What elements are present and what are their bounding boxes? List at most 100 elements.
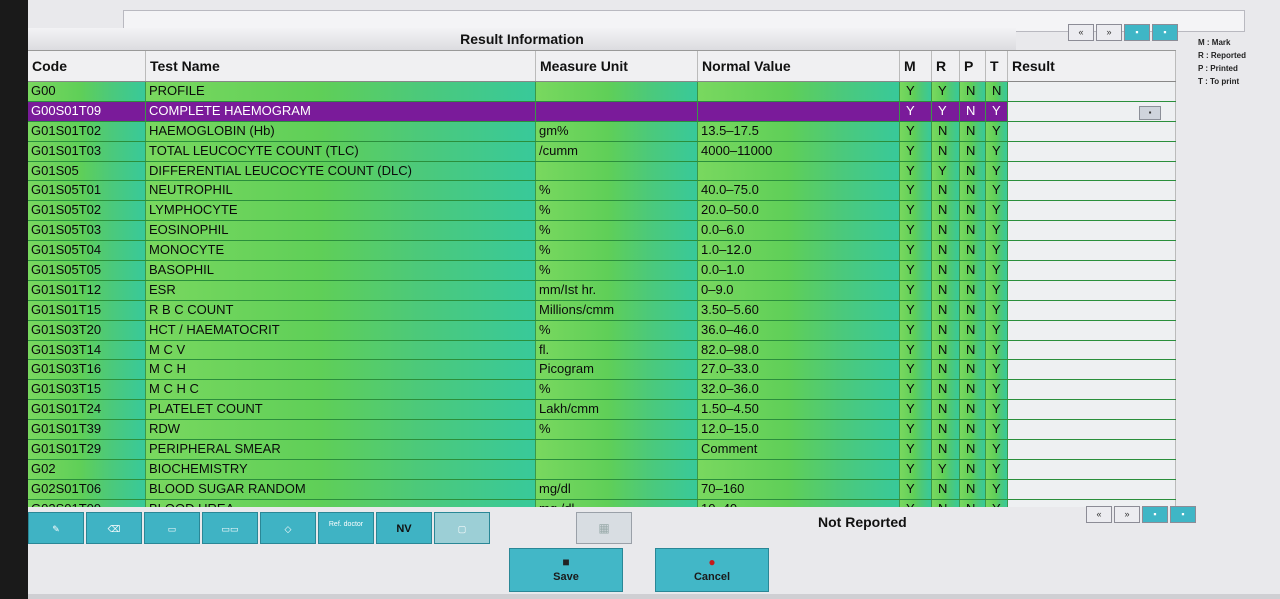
cell-normal-value[interactable] [698,459,900,479]
cell-normal-value[interactable]: 1.0–12.0 [698,241,900,261]
ref-doctor-button[interactable]: Ref. doctor [318,512,374,544]
cell-m[interactable]: Y [900,101,932,121]
cell-m[interactable]: Y [900,479,932,499]
cell-m[interactable]: Y [900,141,932,161]
cell-result[interactable] [1008,360,1176,380]
cell-r[interactable]: N [932,141,960,161]
cell-test-name[interactable]: BLOOD SUGAR RANDOM [146,479,536,499]
cell-result[interactable]: ▪ [1008,101,1176,121]
grid-view-icon[interactable]: ▦ [576,512,632,544]
cell-p[interactable]: N [960,261,986,280]
cell-m[interactable]: Y [900,241,932,261]
cell-test-name[interactable]: M C H [146,360,536,380]
cell-t[interactable]: Y [986,400,1008,420]
cell-m[interactable]: Y [900,340,932,360]
table-row[interactable]: G01S01T39 RDW% 12.0–15.0 Y N N Y [28,420,1176,441]
cell-test-name[interactable]: TOTAL LEUCOCYTE COUNT (TLC) [146,141,536,161]
cell-code[interactable]: G01S01T15 [28,300,146,320]
cell-m[interactable]: Y [900,82,932,101]
header-r[interactable]: R [932,51,960,81]
cell-p[interactable]: N [960,101,986,121]
cell-test-name[interactable]: LYMPHOCYTE [146,201,536,221]
cell-code[interactable]: G01S05T02 [28,201,146,221]
cell-t[interactable]: Y [986,121,1008,141]
cell-p[interactable]: N [960,241,986,261]
cell-code[interactable]: G00 [28,82,146,101]
cell-measure-unit[interactable]: /cumm [536,141,698,161]
cell-m[interactable]: Y [900,261,932,280]
cell-t[interactable]: Y [986,181,1008,201]
cancel-button[interactable]: ● Cancel [655,548,769,592]
cell-p[interactable]: N [960,400,986,420]
cell-r[interactable]: N [932,400,960,420]
cell-result[interactable] [1008,459,1176,479]
pager-button-3[interactable]: ▪ [1142,506,1168,523]
cell-r[interactable]: N [932,479,960,499]
cell-measure-unit[interactable] [536,161,698,181]
cell-measure-unit[interactable]: % [536,261,698,280]
header-test-name[interactable]: Test Name [146,51,536,81]
table-row[interactable]: G01S01T02 HAEMOGLOBIN (Hb) gm% 13.5–17.5 Y N N… [28,121,1176,142]
cell-result[interactable] [1008,340,1176,360]
cell-measure-unit[interactable]: Picogram [536,360,698,380]
cell-p[interactable]: N [960,440,986,459]
cell-r[interactable]: N [932,201,960,221]
cell-result[interactable] [1008,380,1176,400]
cell-normal-value[interactable]: 3.50–5.60 [698,300,900,320]
cell-t[interactable]: Y [986,300,1008,320]
cell-m[interactable]: Y [900,400,932,420]
cell-code[interactable]: G02 [28,459,146,479]
cell-normal-value[interactable]: 13.5–17.5 [698,121,900,141]
cell-normal-value[interactable] [698,161,900,181]
cell-normal-value[interactable]: 0–9.0 [698,280,900,300]
cell-normal-value[interactable]: 70–160 [698,479,900,499]
cell-m[interactable]: Y [900,360,932,380]
table-row[interactable]: G01S05T05 BASOPHIL% 0.0–1.0 Y N N Y [28,261,1176,281]
cell-measure-unit[interactable]: % [536,221,698,241]
cell-code[interactable]: G01S01T03 [28,141,146,161]
cell-p[interactable]: N [960,459,986,479]
cell-normal-value[interactable]: 40.0–75.0 [698,181,900,201]
table-row[interactable]: G01S01T24 PLATELET COUNT Lakh/cmm 1.50–4.50… [28,400,1176,421]
cell-measure-unit[interactable]: % [536,181,698,201]
cell-test-name[interactable]: PERIPHERAL SMEAR [146,440,536,459]
dual-card-icon[interactable]: ▭▭ [202,512,258,544]
cell-test-name[interactable]: NEUTROPHIL [146,181,536,201]
cell-m[interactable]: Y [900,121,932,141]
cell-r[interactable]: N [932,221,960,241]
cell-m[interactable]: Y [900,181,932,201]
header-normal-value[interactable]: Normal Value [698,51,900,81]
delete-icon[interactable]: ⌫ [86,512,142,544]
cell-m[interactable]: Y [900,300,932,320]
cell-measure-unit[interactable]: Millions/cmm [536,300,698,320]
cell-p[interactable]: N [960,320,986,340]
cell-measure-unit[interactable]: mm/Ist hr. [536,280,698,300]
cell-measure-unit[interactable]: % [536,320,698,340]
cell-test-name[interactable]: BIOCHEMISTRY [146,459,536,479]
header-code[interactable]: Code [28,51,146,81]
cell-t[interactable]: Y [986,479,1008,499]
cell-t[interactable]: Y [986,420,1008,440]
cell-measure-unit[interactable] [536,440,698,459]
cell-p[interactable]: N [960,499,986,507]
cell-m[interactable]: Y [900,420,932,440]
cell-result[interactable] [1008,241,1176,261]
cell-p[interactable]: N [960,221,986,241]
cell-code[interactable]: G01S01T12 [28,280,146,300]
cell-code[interactable]: G01S05T05 [28,261,146,280]
table-row[interactable]: G01S01T15 R B C COUNT Millions/cmm 3.50–5.6… [28,300,1176,321]
cell-result[interactable] [1008,320,1176,340]
nv-button[interactable]: NV [376,512,432,544]
result-edit-button[interactable]: ▪ [1139,105,1161,120]
table-row[interactable]: G01S03T16 M C H Picogram 27.0–33.0 Y N N Y [28,360,1176,381]
save-button[interactable]: ■ Save [509,548,623,592]
cell-m[interactable]: Y [900,459,932,479]
cell-p[interactable]: N [960,360,986,380]
cell-code[interactable]: G01S01T24 [28,400,146,420]
cell-m[interactable]: Y [900,499,932,507]
table-row[interactable]: G01S01T03 TOTAL LEUCOCYTE COUNT (TLC)/cum… [28,141,1176,162]
cell-normal-value[interactable]: 10–40 [698,499,900,507]
cell-t[interactable]: Y [986,241,1008,261]
pager-first-button[interactable]: « [1086,506,1112,523]
card-icon[interactable]: ▭ [144,512,200,544]
